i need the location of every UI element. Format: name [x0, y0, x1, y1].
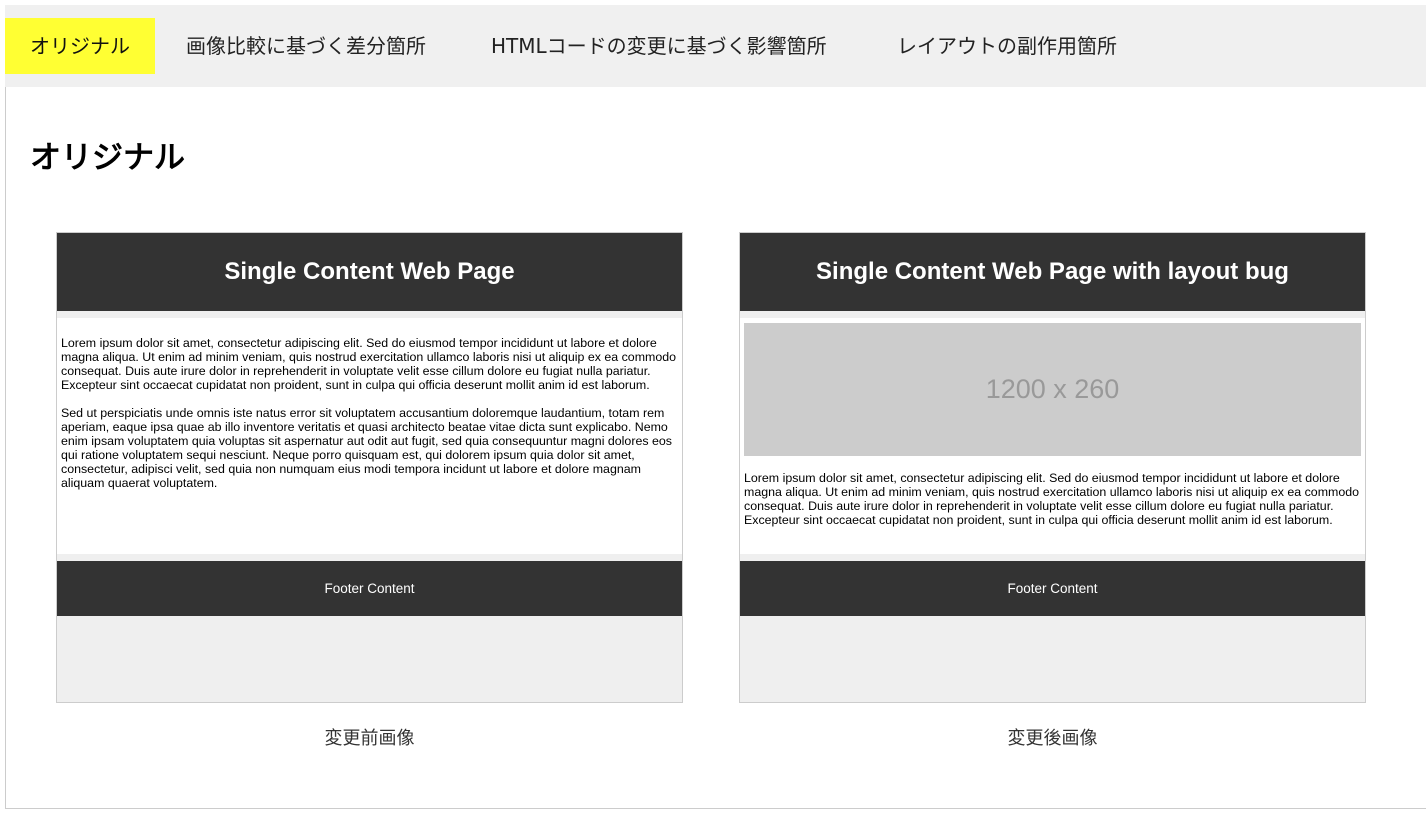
before-paragraph-2: Sed ut perspiciatis unde omnis iste natu… — [61, 406, 672, 490]
before-page-header: Single Content Web Page — [57, 233, 682, 311]
tab-original[interactable]: オリジナル — [5, 18, 155, 74]
tab-image-diff[interactable]: 画像比較に基づく差分箇所 — [186, 18, 426, 74]
after-page-header: Single Content Web Page with layout bug — [740, 233, 1365, 311]
after-page-content: 1200 x 260 Lorem ipsum dolor sit amet, c… — [740, 318, 1365, 554]
after-page-footer: Footer Content — [740, 561, 1365, 616]
before-caption: 変更前画像 — [324, 728, 415, 749]
after-paragraph-1: Lorem ipsum dolor sit amet, consectetur … — [744, 471, 1360, 527]
tab-bar: オリジナル 画像比較に基づく差分箇所 HTMLコードの変更に基づく影響箇所 レイ… — [5, 5, 1426, 87]
after-screenshot: Single Content Web Page with layout bug … — [739, 232, 1366, 703]
tab-html-impact[interactable]: HTMLコードの変更に基づく影響箇所 — [491, 18, 827, 74]
after-caption: 変更後画像 — [1007, 728, 1098, 749]
before-page-content: Lorem ipsum dolor sit amet, consectetur … — [57, 318, 682, 554]
section-title: オリジナル — [30, 140, 185, 176]
before-page-footer: Footer Content — [57, 561, 682, 616]
before-screenshot: Single Content Web Page Lorem ipsum dolo… — [56, 232, 683, 703]
before-paragraph-1: Lorem ipsum dolor sit amet, consectetur … — [61, 336, 677, 392]
image-placeholder: 1200 x 260 — [744, 323, 1361, 456]
tab-layout-side-effects[interactable]: レイアウトの副作用箇所 — [897, 18, 1117, 74]
